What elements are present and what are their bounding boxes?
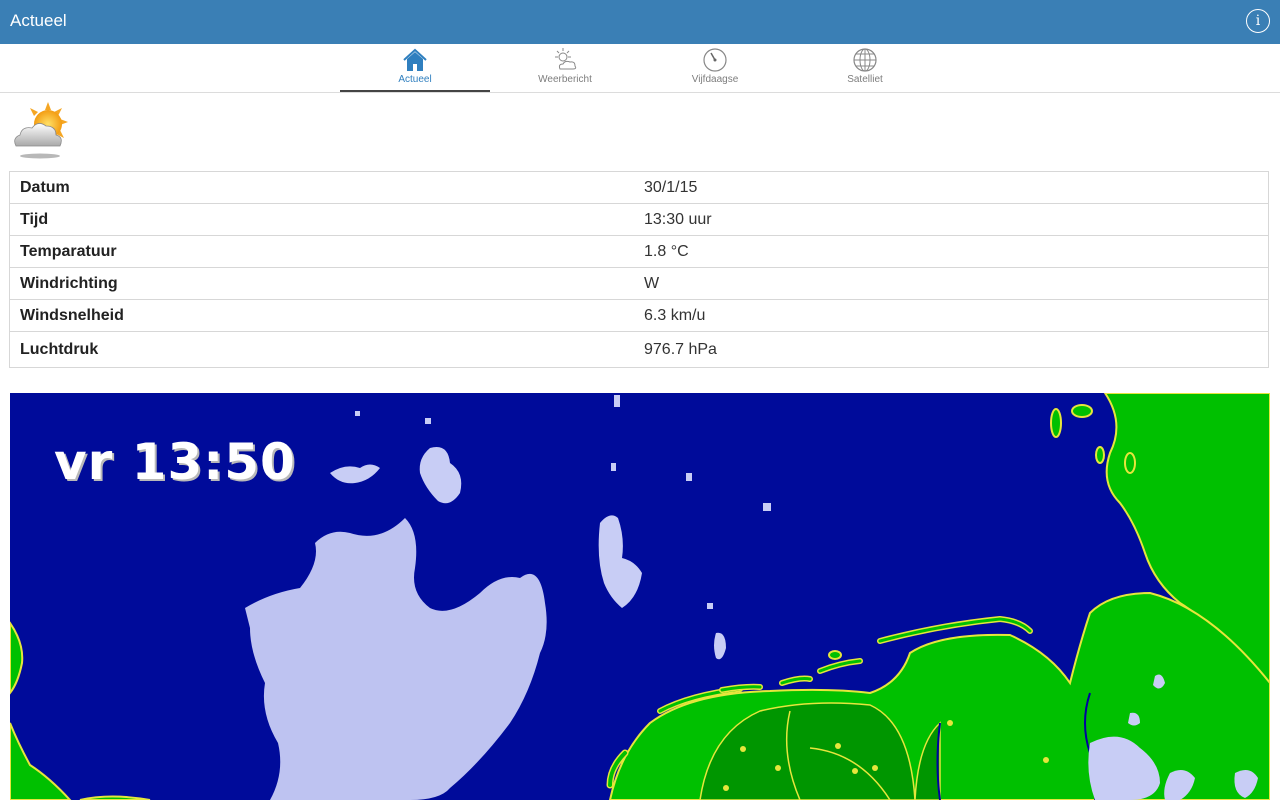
radar-timestamp: vr 13:50 — [54, 433, 296, 491]
table-row: Datum 30/1/15 — [10, 172, 1268, 204]
row-label: Tijd — [20, 210, 49, 228]
row-value: 30/1/15 — [644, 178, 698, 196]
tab-label: Satelliet — [847, 74, 883, 85]
radar-map[interactable]: vr 13:50 — [10, 393, 1270, 800]
table-row: Temparatuur 1.8 °C — [10, 236, 1268, 268]
dial-icon — [703, 48, 727, 72]
row-label: Windrichting — [20, 274, 118, 292]
tab-vijfdaagse[interactable]: Vijfdaagse — [640, 44, 790, 92]
tab-label: Weerbericht — [538, 74, 592, 85]
top-navigation-bar: Actueel i — [0, 0, 1280, 44]
home-icon — [403, 48, 427, 71]
table-row: Windsnelheid 6.3 km/u — [10, 300, 1268, 332]
row-value: 1.8 °C — [644, 242, 689, 260]
partly-cloudy-icon — [14, 102, 68, 159]
table-row: Windrichting W — [10, 268, 1268, 300]
tab-label: Actueel — [398, 74, 432, 85]
tab-bar: Actueel Weerbericht Vijfdaagse Satelliet — [0, 44, 1280, 93]
tab-weerbericht[interactable]: Weerbericht — [490, 44, 640, 92]
globe-icon — [853, 48, 877, 72]
page-title: Actueel — [10, 11, 67, 30]
row-label: Temparatuur — [20, 242, 117, 260]
table-row: Luchtdruk 976.7 hPa — [10, 332, 1268, 367]
row-value: 976.7 hPa — [644, 340, 717, 358]
row-value: 13:30 uur — [644, 210, 712, 228]
row-value: W — [644, 274, 660, 292]
tab-label: Vijfdaagse — [691, 74, 739, 85]
current-weather-table: Datum 30/1/15 Tijd 13:30 uur Temparatuur… — [9, 171, 1269, 368]
row-label: Datum — [20, 178, 70, 196]
sun-cloud-icon — [555, 48, 577, 70]
info-icon[interactable]: i — [1246, 9, 1270, 33]
tab-actueel[interactable]: Actueel — [340, 44, 490, 92]
row-value: 6.3 km/u — [644, 306, 706, 324]
tab-satelliet[interactable]: Satelliet — [790, 44, 940, 92]
table-row: Tijd 13:30 uur — [10, 204, 1268, 236]
row-label: Luchtdruk — [20, 340, 99, 358]
row-label: Windsnelheid — [20, 306, 124, 324]
